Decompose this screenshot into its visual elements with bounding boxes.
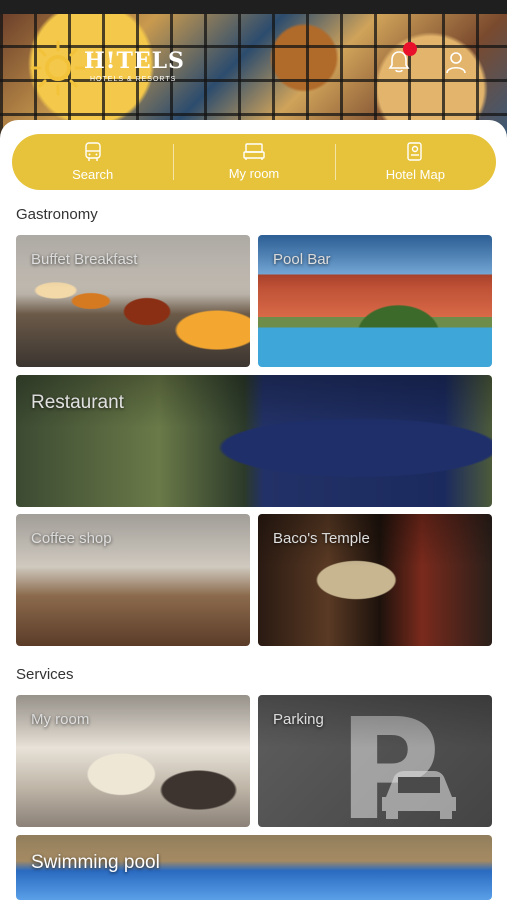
tile-parking[interactable]: P Parking xyxy=(258,695,492,827)
quick-hotel-map-button[interactable]: Hotel Map xyxy=(334,134,496,190)
quick-my-room-button[interactable]: My room xyxy=(173,134,334,190)
sun-icon xyxy=(30,40,86,96)
tile-label: Baco's Temple xyxy=(273,530,370,547)
quick-my-room-label: My room xyxy=(228,166,280,181)
services-heading: Services xyxy=(16,666,74,683)
bus-icon xyxy=(84,142,101,161)
tile-label: Restaurant xyxy=(31,392,124,413)
quick-search-label: Search xyxy=(72,167,114,182)
tile-swimming-pool[interactable]: Swimming pool xyxy=(16,835,492,900)
gastronomy-heading: Gastronomy xyxy=(16,206,98,223)
notification-badge xyxy=(403,42,417,56)
content-sheet: Search My room Hotel Map Gastronomy Buff… xyxy=(0,120,507,900)
tile-coffee-shop[interactable]: Coffee shop xyxy=(16,514,250,646)
car-icon xyxy=(382,771,456,819)
quick-actions-bar: Search My room Hotel Map xyxy=(12,134,496,190)
tile-my-room[interactable]: My room xyxy=(16,695,250,827)
hotel-logo: H!TELS HOTELS & RESORTS xyxy=(28,36,184,98)
tile-label: My room xyxy=(31,711,90,728)
tile-bacos-temple[interactable]: Baco's Temple xyxy=(258,514,492,646)
tile-label: Swimming pool xyxy=(31,852,160,873)
notifications-button[interactable] xyxy=(381,42,417,80)
profile-button[interactable] xyxy=(438,44,474,80)
tile-label: Buffet Breakfast xyxy=(31,251,138,268)
tile-label: Parking xyxy=(273,711,324,728)
bed-icon xyxy=(243,143,265,160)
tile-label: Coffee shop xyxy=(31,530,112,547)
quick-search-button[interactable]: Search xyxy=(12,134,173,190)
map-icon xyxy=(407,142,423,161)
tile-pool-bar[interactable]: Pool Bar xyxy=(258,235,492,367)
tile-label: Pool Bar xyxy=(273,251,331,268)
tile-buffet-breakfast[interactable]: Buffet Breakfast xyxy=(16,235,250,367)
logo-wordmark: H!TELS xyxy=(84,48,185,74)
status-bar xyxy=(0,0,507,14)
logo-tagline: HOTELS & RESORTS xyxy=(90,76,177,83)
tile-restaurant[interactable]: Restaurant xyxy=(16,375,492,507)
user-icon xyxy=(446,52,466,74)
quick-hotel-map-label: Hotel Map xyxy=(385,167,445,182)
